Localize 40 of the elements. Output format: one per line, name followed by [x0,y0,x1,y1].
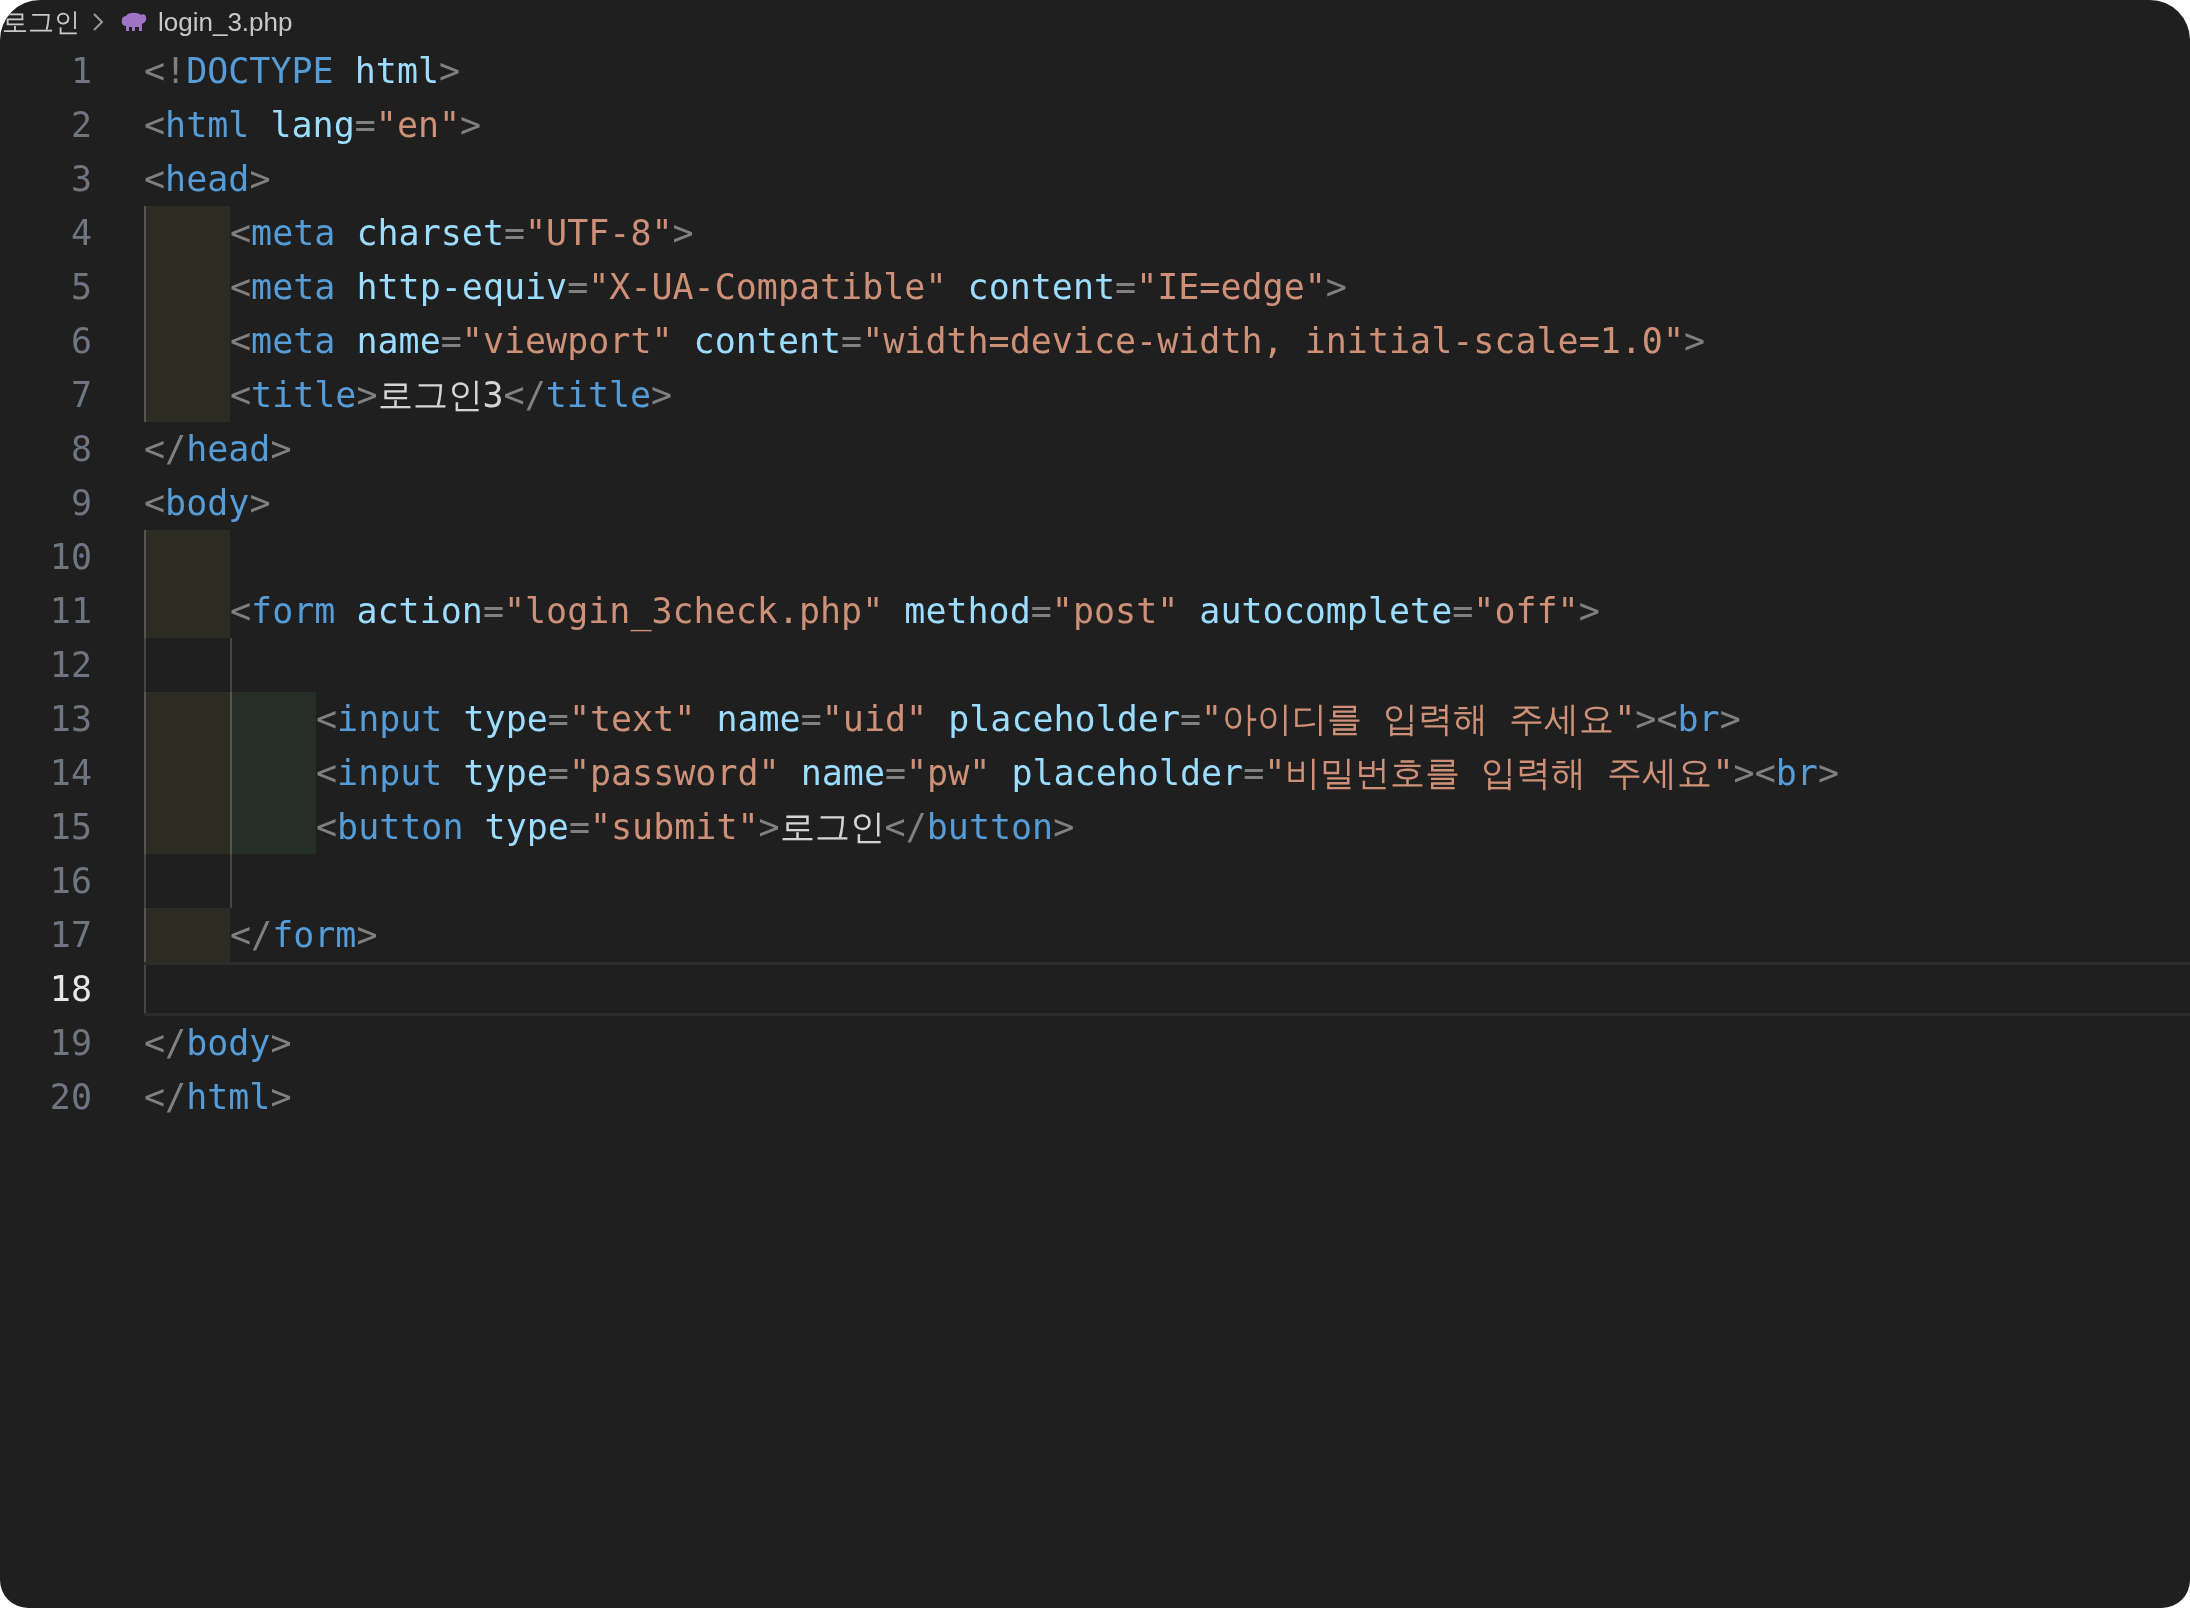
code-line: <button type="submit">로그인</button> [316,806,1075,849]
line-number: 11 [48,590,92,633]
line-number: 9 [69,482,92,525]
code-line: </html> [144,1076,292,1119]
code-line: </head> [144,428,292,471]
code-line: <meta charset="UTF-8"> [230,212,694,255]
code-line: <body> [144,482,271,525]
code-line: <input type="password" name="pw" placeholder="비밀번호를 입력해 주세요"><br> [316,752,1839,795]
line-number: 6 [69,320,92,363]
line-number: 16 [48,860,92,903]
line-number: 4 [69,212,92,255]
line-number: 18 [48,968,92,1011]
line-number: 2 [69,104,92,147]
line-number: 17 [48,914,92,957]
code-line: <meta name="viewport" content="width=device-width, initial-scale=1.0"> [230,320,1706,363]
line-number: 15 [48,806,92,849]
chevron-right-icon [92,12,104,32]
line-number: 7 [69,374,92,417]
line-number: 19 [48,1022,92,1065]
line-number: 12 [48,644,92,687]
line-number: 20 [48,1076,92,1119]
code-line: </form> [230,914,378,957]
elephant-icon [120,12,148,32]
code-line: <!DOCTYPE html> [144,50,461,93]
line-number: 13 [48,698,92,741]
code-line: <head> [144,158,271,201]
breadcrumb-folder[interactable]: 로그인 [2,4,80,40]
line-number: 1 [69,50,92,93]
line-number: 14 [48,752,92,795]
code-line: <title>로그인3</title> [230,374,673,417]
line-number: 10 [48,536,92,579]
code-line: </body> [144,1022,292,1065]
breadcrumb-file[interactable]: login_3.php [158,6,293,38]
code-line: <meta http-equiv="X-UA-Compatible" content="IE=edge"> [230,266,1347,309]
code-line: <form action="login_3check.php" method="post" autocomplete="off"> [230,590,1600,634]
line-number: 8 [69,428,92,471]
line-number: 3 [69,158,92,201]
code-line: <html lang="en"> [144,104,482,147]
line-number: 5 [69,266,92,309]
code-line: <input type="text" name="uid" placeholder="아이디를 입력해 주세요"><br> [316,698,1741,741]
